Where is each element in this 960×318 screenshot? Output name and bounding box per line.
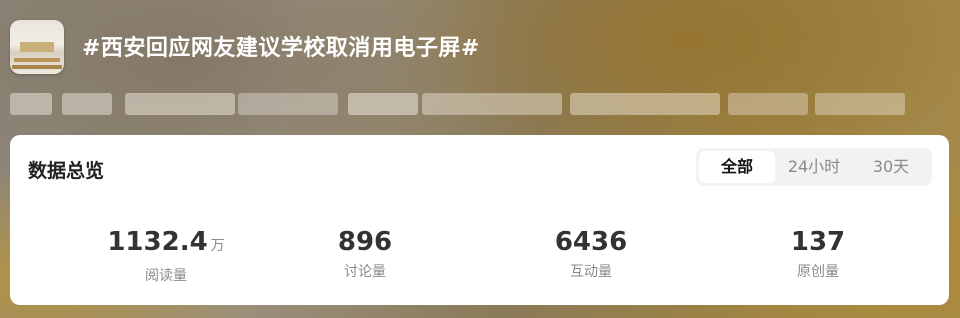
stat-value: 6436 — [554, 227, 628, 257]
stat-read-count: 1132.4 万 阅读量 — [86, 227, 246, 285]
stat-unit: 万 — [210, 238, 225, 254]
stat-label: 原创量 — [797, 264, 839, 280]
stat-original-count: 137 原创量 — [738, 227, 898, 281]
classroom-desk-shape — [12, 65, 62, 69]
classroom-screen-shape — [20, 42, 54, 52]
classroom-desk-shape — [14, 58, 60, 62]
tab-24h[interactable]: 24小时 — [775, 151, 853, 183]
card-title: 数据总览 — [28, 160, 105, 182]
topic-header: #西安回应网友建议学校取消用电子屏# — [0, 0, 960, 132]
stat-value: 896 — [337, 227, 393, 257]
stat-label: 阅读量 — [145, 268, 187, 284]
tab-all[interactable]: 全部 — [699, 151, 775, 183]
blurred-description — [10, 93, 910, 115]
stat-label: 讨论量 — [344, 264, 386, 280]
time-range-tabs: 全部 24小时 30天 — [696, 148, 932, 186]
stat-value: 137 — [790, 227, 846, 257]
stat-value: 1132.4 万 — [107, 227, 225, 257]
stat-discussion-count: 896 讨论量 — [285, 227, 445, 281]
stat-label: 互动量 — [570, 264, 612, 280]
stat-interaction-count: 6436 互动量 — [511, 227, 671, 281]
topic-thumbnail[interactable] — [10, 20, 64, 74]
topic-title[interactable]: #西安回应网友建议学校取消用电子屏# — [82, 30, 480, 62]
data-overview-card: 数据总览 全部 24小时 30天 1132.4 万 阅读量 896 讨论量 643… — [10, 135, 949, 305]
tab-30d[interactable]: 30天 — [853, 151, 929, 183]
